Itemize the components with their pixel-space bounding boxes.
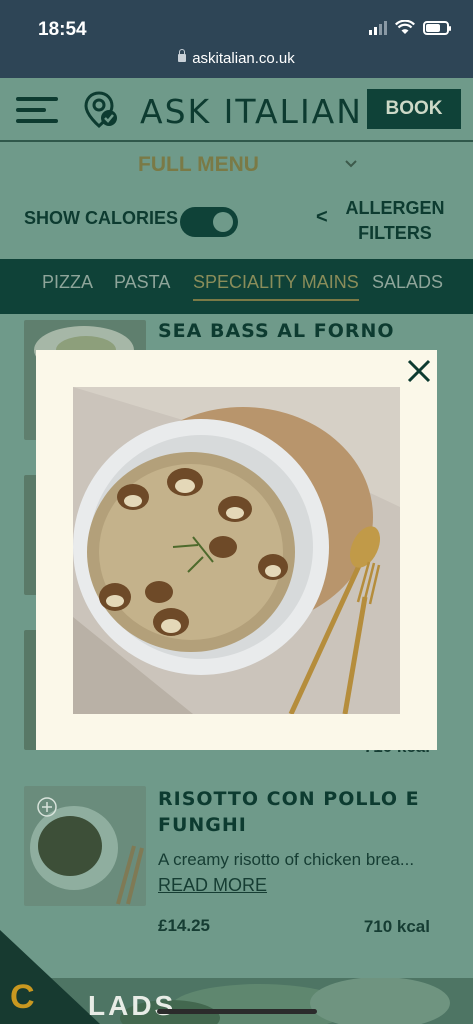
dish-price: £14.25 [158,916,210,935]
allergen-filters-button[interactable]: ALLERGEN FILTERS [344,196,446,246]
battery-icon [423,20,451,35]
show-calories-toggle[interactable] [180,207,238,237]
add-icon[interactable] [36,796,58,818]
home-indicator[interactable] [157,1009,317,1014]
dish-kcal: 710 kcal [363,917,430,936]
dish-thumbnail[interactable] [24,786,146,906]
wifi-icon [395,20,415,34]
lock-icon [178,49,187,62]
chevron-down-icon[interactable] [344,157,358,171]
dish-title: RISOTTO CON POLLO E FUNGHI [158,786,420,838]
tab-pasta[interactable]: PASTA [114,272,170,293]
brand-logo[interactable]: ASK ITALIAN [140,92,363,131]
allergen-label-line2: FILTERS [358,223,432,243]
read-more-link[interactable]: READ MORE [158,875,267,896]
site-header: ASK ITALIAN BOOK [0,78,473,142]
salads-banner-title: LADS [88,990,177,1021]
menu-selector-label: FULL MENU [138,153,259,176]
tab-pizza[interactable]: PIZZA [42,272,93,293]
dish-photo [73,387,400,714]
url-bar[interactable]: askitalian.co.uk [0,49,473,67]
close-icon[interactable] [404,356,434,386]
image-modal [36,350,437,750]
dish-title-line2: FUNGHI [158,814,247,836]
hamburger-icon[interactable] [16,97,58,125]
dish-title-line1: RISOTTO CON POLLO E [158,788,420,810]
corner-badge-letter: C [10,978,35,1016]
toggle-knob [213,212,233,232]
status-icons [369,20,451,35]
category-tabs: PIZZA PASTA SPECIALITY MAINS SALADS [0,259,473,314]
chevron-left-icon[interactable]: < [316,206,328,229]
dish-title: SEA BASS AL FORNO [158,320,395,342]
url-text: askitalian.co.uk [192,50,295,67]
book-button[interactable]: BOOK [367,89,461,129]
tab-speciality-mains[interactable]: SPECIALITY MAINS [193,272,359,301]
filters-row: SHOW CALORIES < ALLERGEN FILTERS [0,190,473,258]
signal-icon [369,20,387,35]
menu-selector[interactable]: FULL MENU [0,142,473,190]
dish-description: A creamy risotto of chicken brea... [158,850,415,869]
allergen-label-line1: ALLERGEN [345,198,445,218]
show-calories-label: SHOW CALORIES [24,208,179,228]
status-time: 18:54 [38,19,87,40]
status-bar: 18:54 askitalian.co.uk [0,0,473,78]
tab-salads[interactable]: SALADS [372,272,443,293]
location-check-icon[interactable] [84,90,120,130]
